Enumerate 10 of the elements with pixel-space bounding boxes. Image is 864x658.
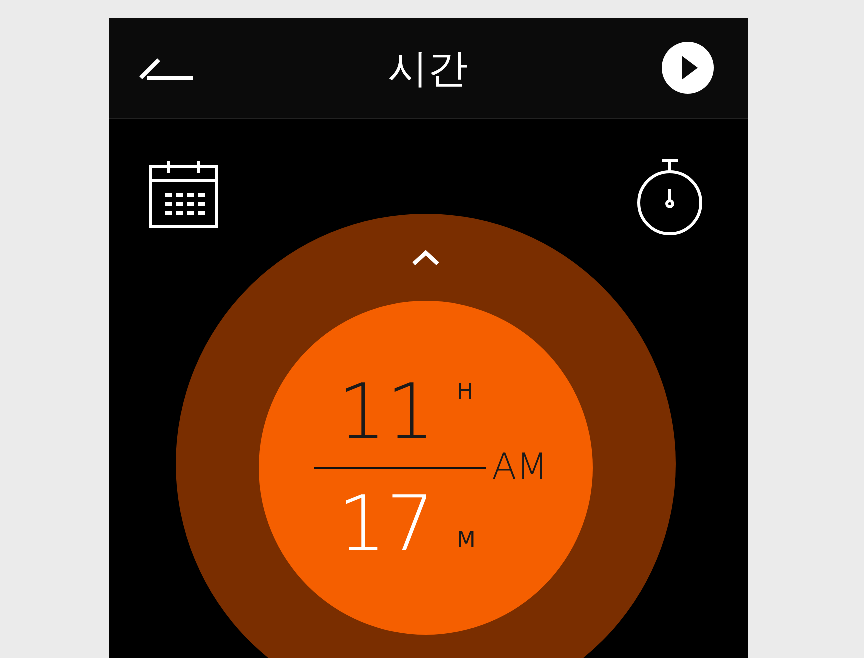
time-unit: H (456, 380, 474, 405)
time-value[interactable]: 11 (338, 374, 435, 450)
calendar-icon[interactable] (148, 159, 218, 229)
time-unit: M (456, 528, 476, 553)
screen-title: 시간 (388, 44, 468, 94)
period-label[interactable]: AM (486, 450, 548, 486)
time-value[interactable]: 17 (338, 486, 435, 562)
back-icon[interactable] (138, 56, 194, 80)
chevron-up-icon[interactable] (411, 249, 441, 267)
play-icon[interactable] (662, 42, 714, 94)
